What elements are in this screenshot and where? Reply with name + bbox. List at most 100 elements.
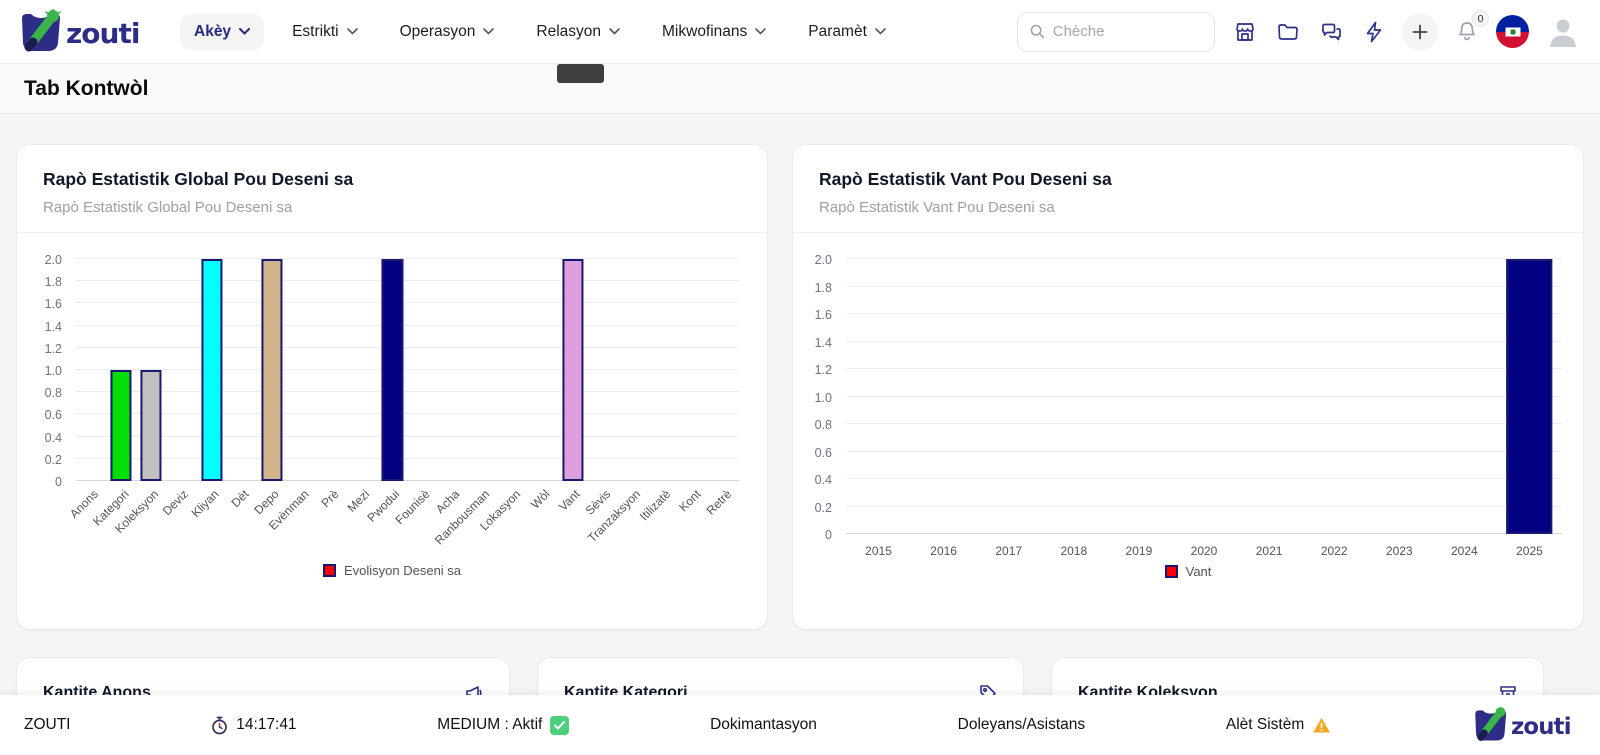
x-axis-tick: 2021 bbox=[1256, 544, 1283, 558]
system-status: MEDIUM : Aktif bbox=[437, 716, 569, 735]
y-axis-tick: 0.2 bbox=[17, 453, 62, 467]
y-axis-tick: 1.8 bbox=[793, 281, 832, 295]
status-label: MEDIUM : Aktif bbox=[437, 716, 542, 734]
gridline bbox=[76, 325, 739, 326]
gridline bbox=[846, 423, 1562, 424]
page-title: Tab Kontwòl bbox=[24, 77, 148, 101]
gridline bbox=[76, 458, 739, 459]
charts-row: Rapò Estatistik Global Pou Deseni sa Rap… bbox=[16, 144, 1584, 630]
quick-actions-button[interactable] bbox=[1361, 18, 1387, 46]
x-axis-tick: Itilizatè bbox=[637, 487, 673, 523]
x-axis-tick: Deviz bbox=[160, 487, 191, 518]
y-axis-tick: 0.8 bbox=[793, 418, 832, 432]
chart-legend: Vant bbox=[793, 564, 1583, 579]
nav-item-label: Estrikti bbox=[292, 23, 339, 41]
y-axis-tick: 0 bbox=[17, 475, 62, 489]
gridline bbox=[76, 347, 739, 348]
notification-count-badge: 0 bbox=[1472, 10, 1489, 27]
nav-item-estrikti[interactable]: Estrikti bbox=[278, 14, 372, 50]
nav-item-label: Akèy bbox=[194, 23, 231, 41]
search-input[interactable] bbox=[1053, 23, 1202, 40]
y-axis-tick: 0 bbox=[793, 528, 832, 542]
tooltip-remnant bbox=[557, 64, 604, 83]
haiti-flag-icon[interactable] bbox=[1496, 15, 1529, 48]
folder-icon bbox=[1276, 20, 1300, 44]
gridline bbox=[846, 313, 1562, 314]
y-axis-tick: 2.0 bbox=[793, 253, 832, 267]
main-navigation: Akèy Estrikti Operasyon Relasyon Mikwofi… bbox=[180, 14, 900, 50]
gridline bbox=[846, 368, 1562, 369]
x-axis-tick: 2019 bbox=[1126, 544, 1153, 558]
y-axis-tick: 0.2 bbox=[793, 501, 832, 515]
notifications-button[interactable]: 0 bbox=[1453, 17, 1481, 46]
chevron-down-icon bbox=[609, 28, 620, 35]
y-axis-tick: 0.4 bbox=[793, 473, 832, 487]
footer-link-dokimantasyon[interactable]: Dokimantasyon bbox=[710, 716, 817, 734]
app-logo[interactable]: zouti bbox=[18, 9, 146, 55]
user-avatar-icon bbox=[1546, 15, 1580, 49]
y-axis-tick: 1.6 bbox=[793, 308, 832, 322]
search-icon bbox=[1030, 23, 1045, 40]
legend-label: Vant bbox=[1186, 564, 1212, 579]
add-button[interactable] bbox=[1402, 14, 1438, 50]
storefront-button[interactable] bbox=[1231, 18, 1259, 46]
card-header: Rapò Estatistik Global Pou Deseni sa Rap… bbox=[17, 145, 767, 233]
y-axis-tick: 1.0 bbox=[17, 364, 62, 378]
chevron-down-icon bbox=[875, 28, 886, 35]
nav-item-operasyon[interactable]: Operasyon bbox=[386, 14, 509, 50]
top-navigation-bar: zouti Akèy Estrikti Operasyon Relasyon M… bbox=[0, 0, 1600, 64]
sales-stats-bar-chart: 00.20.40.60.81.01.21.41.61.82.0201520162… bbox=[793, 233, 1583, 579]
brand-name-text: zouti bbox=[66, 17, 139, 50]
x-axis-tick: 2022 bbox=[1321, 544, 1348, 558]
global-stats-bar-chart: 00.20.40.60.81.01.21.41.61.82.0AnonsKate… bbox=[17, 233, 767, 578]
alert-link-label: Alèt Sistèm bbox=[1226, 716, 1304, 734]
y-axis-tick: 0.8 bbox=[17, 386, 62, 400]
y-axis-tick: 1.4 bbox=[793, 336, 832, 350]
warning-icon bbox=[1312, 717, 1331, 734]
search-box[interactable] bbox=[1017, 12, 1215, 52]
nav-item-relasyon[interactable]: Relasyon bbox=[522, 14, 634, 50]
card-title: Rapò Estatistik Vant Pou Deseni sa bbox=[819, 169, 1557, 190]
global-stats-card: Rapò Estatistik Global Pou Deseni sa Rap… bbox=[16, 144, 768, 630]
nav-item-akey[interactable]: Akèy bbox=[180, 14, 264, 50]
y-axis-tick: 0.4 bbox=[17, 431, 62, 445]
footer-link-alet-sistem[interactable]: Alèt Sistèm bbox=[1226, 716, 1331, 734]
nav-item-label: Paramèt bbox=[808, 23, 867, 41]
header-action-icons: 0 bbox=[1231, 13, 1582, 51]
y-axis-tick: 1.2 bbox=[17, 342, 62, 356]
footer-link-doleyans[interactable]: Doleyans/Asistans bbox=[958, 716, 1086, 734]
user-menu-button[interactable] bbox=[1544, 13, 1582, 51]
x-axis-tick: Kliyan bbox=[189, 487, 222, 520]
gridline bbox=[846, 506, 1562, 507]
gridline bbox=[76, 480, 739, 481]
x-axis-tick: 2024 bbox=[1451, 544, 1478, 558]
nav-item-mikwofinans[interactable]: Mikwofinans bbox=[648, 14, 780, 50]
chevron-down-icon bbox=[755, 28, 766, 35]
gridline bbox=[76, 369, 739, 370]
bar-vant bbox=[563, 259, 584, 481]
gridline bbox=[76, 280, 739, 281]
y-axis-tick: 2.0 bbox=[17, 253, 62, 267]
gridline bbox=[76, 302, 739, 303]
bar-2025 bbox=[1507, 259, 1553, 534]
x-axis-tick: Retrè bbox=[703, 487, 734, 518]
x-axis-tick: Wòl bbox=[529, 487, 554, 512]
x-axis-tick: 2023 bbox=[1386, 544, 1413, 558]
chevron-down-icon bbox=[347, 28, 358, 35]
files-button[interactable] bbox=[1274, 18, 1302, 46]
x-axis-tick: 2018 bbox=[1060, 544, 1087, 558]
legend-label: Evolisyon Deseni sa bbox=[344, 563, 461, 578]
gridline bbox=[76, 436, 739, 437]
chart-legend: Evolisyon Deseni sa bbox=[17, 563, 767, 578]
nav-item-paramet[interactable]: Paramèt bbox=[794, 14, 900, 50]
chart-plot-area: 00.20.40.60.81.01.21.41.61.82.0AnonsKate… bbox=[76, 259, 739, 481]
y-axis-tick: 1.6 bbox=[17, 297, 62, 311]
x-axis-tick: 2020 bbox=[1191, 544, 1218, 558]
y-axis-tick: 1.0 bbox=[793, 391, 832, 405]
plus-icon bbox=[1412, 24, 1428, 40]
bar-koleksyon bbox=[141, 370, 162, 481]
y-axis-tick: 0.6 bbox=[793, 446, 832, 460]
messages-button[interactable] bbox=[1317, 18, 1346, 46]
chevron-down-icon bbox=[483, 28, 494, 35]
nav-item-label: Mikwofinans bbox=[662, 23, 747, 41]
